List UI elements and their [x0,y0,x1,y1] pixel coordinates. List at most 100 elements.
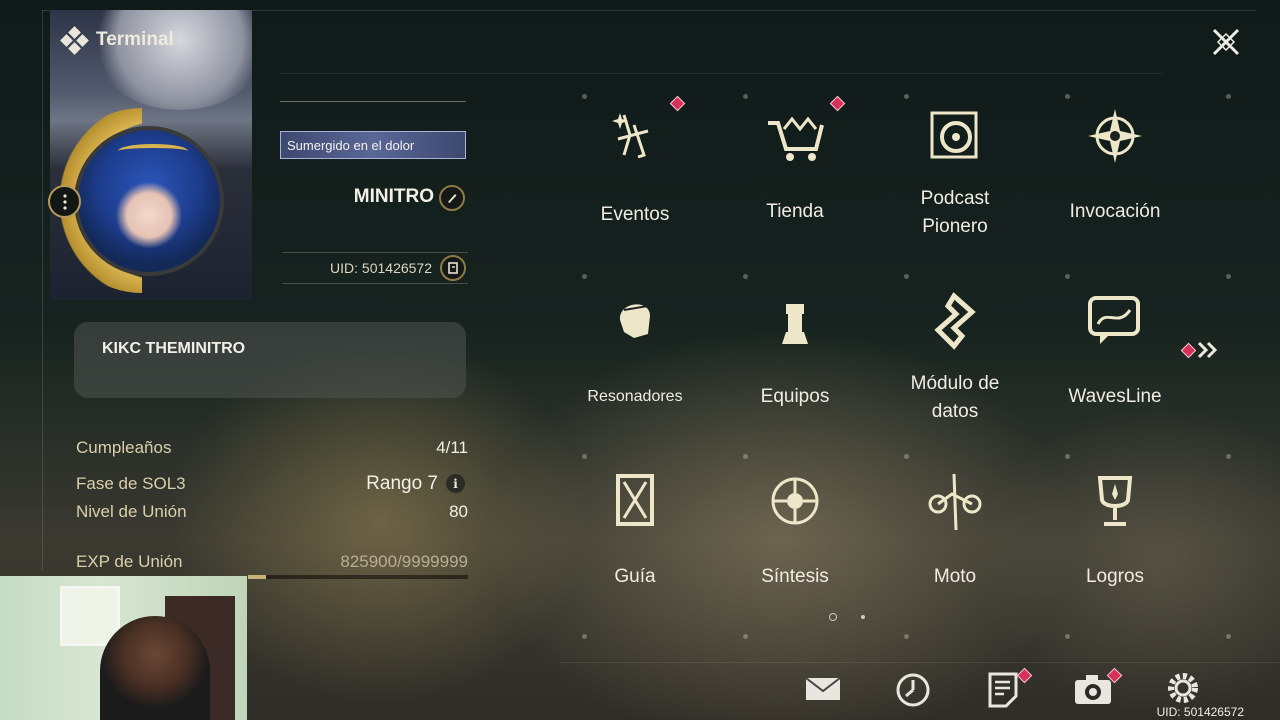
terminal-title: Terminal [96,29,174,50]
menu-label: Eventos [600,204,670,225]
mail-button[interactable] [802,668,846,712]
menu-item-shop-cart[interactable]: Tienda [720,95,870,255]
grid-dot [582,634,587,639]
menu-item-sparkle[interactable]: Eventos [560,95,710,255]
grid-dot [1226,94,1231,99]
character-head-icon [604,290,666,352]
page-indicator-1[interactable] [829,613,837,621]
pencil-icon [448,194,457,203]
info-icon[interactable]: i [446,474,465,493]
notification-badge [669,95,686,112]
motorbike-icon [924,470,986,532]
stat-value-union-level: 80 [449,502,468,521]
grid-dot [582,274,587,279]
menu-label: Moto [933,566,977,587]
grid-dot [743,94,748,99]
menu-label: Módulo de datos [910,373,1000,422]
copy-icon [448,262,458,274]
grid-dot [1065,634,1070,639]
more-options-button[interactable] [48,185,81,218]
double-chevron-right-icon [1197,341,1218,359]
grid-dot [743,634,748,639]
sparkle-icon [604,105,666,167]
grid-dot [1065,274,1070,279]
close-button[interactable] [1206,22,1246,62]
grid-dot [582,454,587,459]
compass-star-icon [1084,105,1146,167]
menu-label: Resonadores [587,388,683,405]
grid-dot [1226,454,1231,459]
uid-label: UID: 501426572 [330,260,432,276]
grid-dot [904,94,909,99]
clock-icon [896,673,930,707]
chat-bubble-icon [1084,290,1146,352]
stat-label-union-exp: EXP de Unión [76,552,183,571]
menu-item-motorbike[interactable]: Moto [880,470,1030,620]
menu-label: WavesLine [1068,386,1162,407]
stat-label-birthday: Cumpleaños [76,438,172,457]
webcam-overlay [0,576,247,720]
grid-dot [1226,634,1231,639]
menu-item-chess-pieces[interactable]: Equipos [720,290,870,440]
username: MINITRO [353,186,434,207]
chess-pieces-icon [764,290,826,352]
title-badge[interactable]: Sumergido en el dolor [280,131,466,159]
avatar[interactable] [74,126,224,276]
signature-text: KIKC THEMINITRO [102,340,246,357]
menu-label: Invocación [1069,201,1161,222]
menu-item-synthesis[interactable]: Síntesis [720,470,870,620]
vertical-dots-icon [62,192,67,211]
synthesis-icon [764,470,826,532]
menu-item-character-head[interactable]: Resonadores [560,290,710,440]
guide-book-icon [604,470,666,532]
title-badge-label: Sumergido en el dolor [287,137,415,153]
edit-name-button[interactable] [439,185,465,211]
grid-dot [904,634,909,639]
grid-dot [582,94,587,99]
menu-item-chat-bubble[interactable]: WavesLine [1040,290,1190,440]
grid-dot [1226,274,1231,279]
trophy-icon [1084,470,1146,532]
grid-dot [743,274,748,279]
stat-value-sol3: Rango 7 [366,473,438,494]
frame-inner-line [280,73,1162,74]
close-icon [1212,28,1240,56]
mail-icon [805,677,841,700]
grid-dot [1065,454,1070,459]
menu-label: Equipos [760,386,830,407]
exp-progress-bar [248,575,468,579]
menu-label: Tienda [766,201,824,222]
frame-bottom-line [560,662,1280,663]
copy-uid-button[interactable] [440,255,466,281]
time-button[interactable] [892,668,936,712]
grid-dot [904,274,909,279]
terminal-header: Terminal [60,26,174,55]
shop-cart-icon [764,105,826,167]
grid-dot [743,454,748,459]
page-indicator-2[interactable] [861,615,865,619]
stat-value-union-exp: 825900/9999999 [340,552,468,571]
stat-label-sol3: Fase de SOL3 [76,474,186,493]
menu-item-podcast-disc[interactable]: Podcast Pionero [880,105,1030,255]
grid-dot [1065,94,1070,99]
menu-item-compass-star[interactable]: Invocación [1040,105,1190,255]
menu-label: Síntesis [761,566,829,587]
next-page-button[interactable] [1196,340,1236,360]
grid-dot [904,454,909,459]
stat-label-union-level: Nivel de Unión [76,502,187,521]
terminal-logo-icon [60,26,89,55]
bottom-uid-label: UID: 501426572 [1156,705,1244,719]
menu-label: Podcast Pionero [920,188,990,237]
podcast-disc-icon [924,105,986,167]
panel-divider-top [280,101,466,102]
menu-item-trophy[interactable]: Logros [1040,470,1190,620]
menu-label: Guía [614,566,656,587]
signature-box[interactable]: KIKC THEMINITRO [74,322,466,398]
data-module-icon [924,290,986,352]
frame-left-line [42,10,43,570]
stat-value-birthday: 4/11 [436,438,468,457]
menu-item-guide-book[interactable]: Guía [560,470,710,620]
notification-badge [829,95,846,112]
menu-item-data-module[interactable]: Módulo de datos [880,290,1030,440]
menu-label: Logros [1085,566,1145,587]
